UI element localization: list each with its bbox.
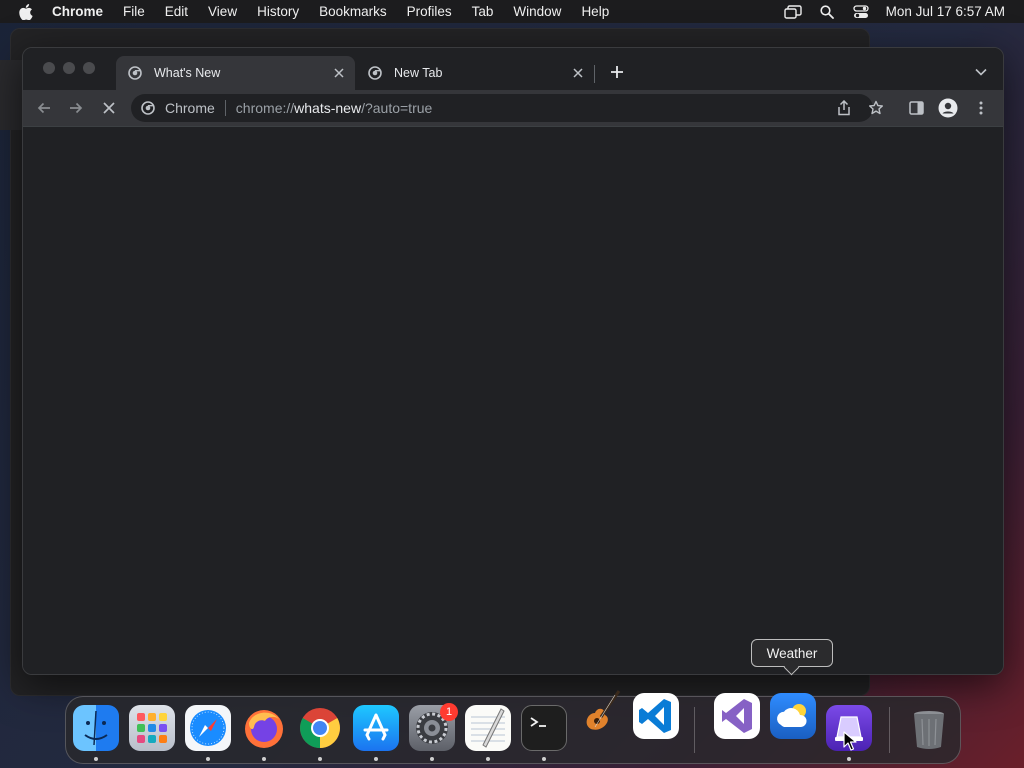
running-indicator: [847, 757, 851, 761]
profile-avatar-icon[interactable]: [937, 97, 959, 119]
menu-clock[interactable]: Mon Jul 17 6:57 AM: [886, 4, 1005, 19]
tab-new-tab[interactable]: New Tab: [356, 56, 594, 90]
tab-whats-new[interactable]: What's New: [116, 56, 355, 90]
dock-terminal-icon[interactable]: [521, 705, 567, 751]
dock-separator: [694, 707, 695, 753]
control-center-icon[interactable]: [852, 4, 870, 20]
site-chip-label[interactable]: Chrome: [165, 100, 215, 116]
browser-toolbar: Chrome chrome://whats-new/?auto=true: [23, 90, 1003, 126]
running-indicator: [318, 757, 322, 761]
running-indicator: [262, 757, 266, 761]
dock-weather-icon[interactable]: [770, 693, 816, 739]
minimize-window-button[interactable]: [63, 62, 75, 74]
share-icon[interactable]: [835, 99, 853, 117]
dock-separator: [889, 707, 890, 753]
running-indicator: [374, 757, 378, 761]
more-menu-kebab-icon[interactable]: [970, 97, 992, 119]
running-indicator: [486, 757, 490, 761]
back-arrow-icon[interactable]: [33, 97, 55, 119]
dock-launchpad-icon[interactable]: [129, 705, 175, 751]
dock-finder-icon[interactable]: [73, 705, 119, 751]
dock: [65, 690, 961, 764]
menu-window[interactable]: Window: [513, 4, 561, 19]
dock-garageband-icon[interactable]: [577, 689, 623, 735]
dock-visual-studio-icon[interactable]: [714, 693, 760, 739]
tab-title: New Tab: [394, 66, 443, 80]
menu-file[interactable]: File: [123, 4, 145, 19]
stop-loading-icon[interactable]: [98, 97, 120, 119]
running-indicator: [430, 757, 434, 761]
close-tab-icon[interactable]: [570, 65, 586, 81]
chrome-favicon-icon: [368, 65, 384, 81]
apple-menu-icon[interactable]: [18, 3, 34, 20]
chip-divider: [224, 100, 226, 116]
menu-view[interactable]: View: [208, 4, 237, 19]
screen-mirroring-icon[interactable]: [783, 4, 802, 20]
side-panel-icon[interactable]: [905, 97, 927, 119]
spotlight-search-icon[interactable]: [818, 4, 836, 20]
chrome-site-icon: [141, 100, 157, 116]
running-indicator: [206, 757, 210, 761]
dock-chrome-icon[interactable]: [297, 705, 343, 751]
tab-separator: [594, 65, 595, 83]
notification-badge: 1: [440, 703, 458, 721]
menu-app-name[interactable]: Chrome: [52, 4, 103, 19]
tab-strip: What's New New Tab: [23, 48, 1003, 90]
page-content-area[interactable]: [23, 126, 1003, 674]
url-path: /?auto=true: [361, 100, 433, 116]
dock-safari-icon[interactable]: [185, 705, 231, 751]
dock-textedit-icon[interactable]: [465, 705, 511, 751]
menu-tab[interactable]: Tab: [472, 4, 494, 19]
close-tab-icon[interactable]: [331, 65, 347, 81]
menu-bar: Chrome File Edit View History Bookmarks …: [0, 0, 1024, 23]
background-window-edge: [0, 60, 22, 130]
menu-bookmarks[interactable]: Bookmarks: [319, 4, 387, 19]
dock-vscode-icon[interactable]: [633, 693, 679, 739]
zoom-window-button[interactable]: [83, 62, 95, 74]
dock-trash-icon[interactable]: [906, 705, 952, 751]
address-bar[interactable]: Chrome chrome://whats-new/?auto=true: [131, 94, 883, 122]
close-window-button[interactable]: [43, 62, 55, 74]
running-indicator: [94, 757, 98, 761]
new-tab-plus-icon[interactable]: [607, 62, 627, 82]
forward-arrow-icon[interactable]: [65, 97, 87, 119]
tab-title: What's New: [154, 66, 221, 80]
dock-app-store-icon[interactable]: [353, 705, 399, 751]
dock-tooltip: Weather: [751, 639, 833, 667]
dock-firefox-icon[interactable]: [241, 705, 287, 751]
menu-help[interactable]: Help: [581, 4, 609, 19]
running-indicator: [542, 757, 546, 761]
tab-search-chevron-down-icon[interactable]: [971, 62, 991, 82]
menu-profiles[interactable]: Profiles: [407, 4, 452, 19]
mouse-pointer-icon: [843, 731, 857, 751]
url-host: whats-new: [294, 100, 362, 116]
menu-edit[interactable]: Edit: [165, 4, 188, 19]
menu-history[interactable]: History: [257, 4, 299, 19]
url-scheme: chrome://: [235, 100, 295, 116]
chrome-window: What's New New Tab Chrome chrome:// what…: [22, 47, 1004, 675]
bookmark-star-icon[interactable]: [867, 99, 885, 117]
chrome-favicon-icon: [128, 65, 144, 81]
